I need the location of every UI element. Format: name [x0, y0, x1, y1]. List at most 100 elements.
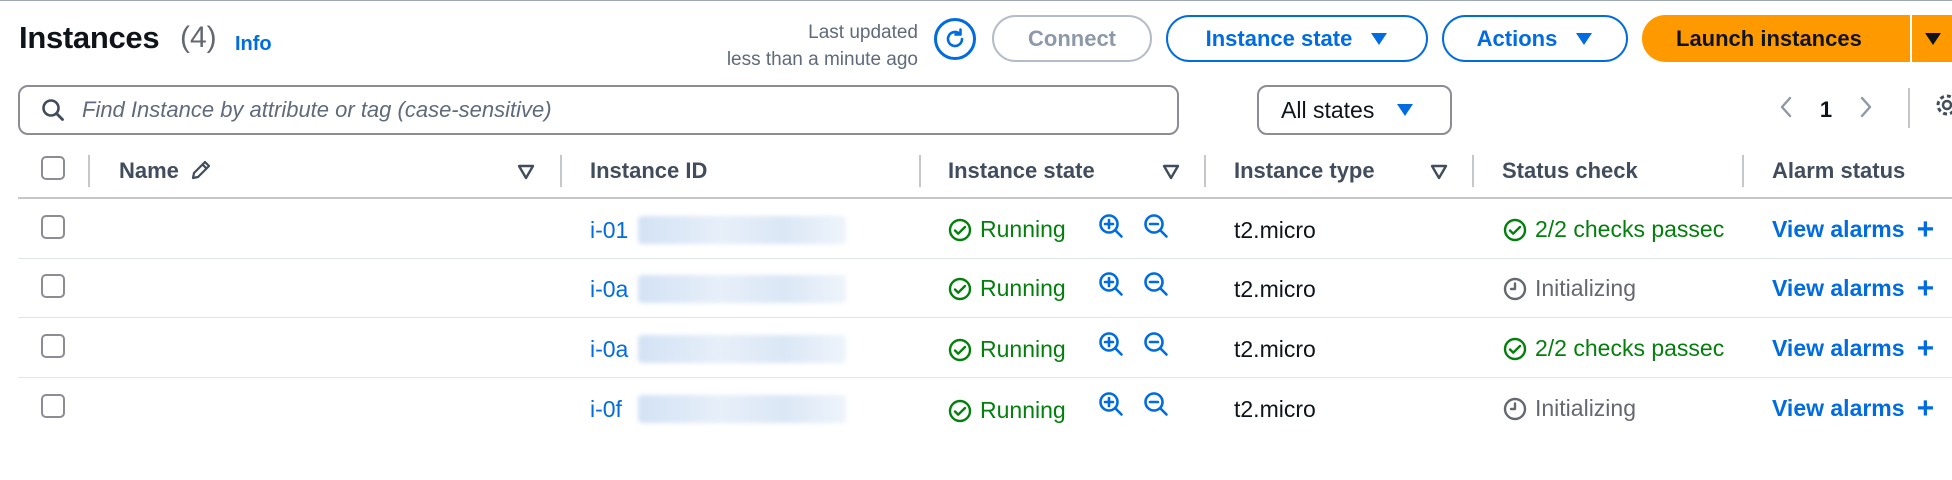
instance-id-link[interactable]: i-0f	[590, 396, 622, 423]
column-divider	[1472, 155, 1474, 187]
status-check-text: 2/2 checks passec	[1535, 216, 1725, 242]
column-header-instance-type[interactable]: Instance type	[1234, 158, 1375, 184]
column-header-alarm-status[interactable]: Alarm status	[1772, 158, 1905, 184]
add-alarm-icon[interactable]: +	[1917, 214, 1935, 244]
select-all-checkbox[interactable]	[41, 156, 65, 180]
instance-state: Running	[948, 275, 1066, 302]
refresh-icon	[946, 28, 964, 48]
column-divider	[1204, 155, 1206, 187]
instance-type: t2.micro	[1234, 217, 1316, 243]
connect-button[interactable]: Connect	[992, 15, 1152, 62]
status-check: 2/2 checks passec	[1503, 335, 1724, 362]
gear-icon	[1936, 94, 1952, 116]
zoom-out-icon[interactable]	[1142, 390, 1170, 418]
row-checkbox[interactable]	[41, 334, 65, 358]
instance-id-link[interactable]: i-0a	[590, 336, 628, 363]
instance-id-prefix: i-0f	[590, 396, 622, 422]
success-check-icon	[948, 338, 972, 361]
zoom-out-icon[interactable]	[1142, 212, 1170, 240]
row-checkbox[interactable]	[41, 274, 65, 298]
table-header: Name Instance ID Instance state Instance…	[0, 146, 1952, 198]
row-checkbox[interactable]	[41, 394, 65, 418]
prev-page-button[interactable]	[1766, 93, 1806, 127]
view-alarms-label: View alarms	[1772, 216, 1905, 242]
redacted-id	[638, 395, 846, 423]
column-divider	[919, 155, 921, 187]
success-check-icon	[948, 218, 972, 241]
table-row[interactable]: i-0a Running t2.micro 2/2 checks passec …	[0, 318, 1952, 378]
instance-id-link[interactable]: i-0a	[590, 276, 628, 303]
view-alarms-link[interactable]: View alarms +	[1772, 393, 1935, 423]
row-checkbox[interactable]	[41, 215, 65, 239]
state-filter-select[interactable]: All states	[1257, 85, 1452, 135]
zoom-in-icon[interactable]	[1097, 330, 1125, 358]
caret-down-icon	[1576, 32, 1593, 45]
column-header-status-check[interactable]: Status check	[1502, 158, 1638, 184]
view-alarms-link[interactable]: View alarms +	[1772, 333, 1935, 363]
sort-icon[interactable]	[1430, 164, 1448, 180]
table-row[interactable]: i-0a Running t2.micro Initializing View …	[0, 259, 1952, 319]
redacted-id	[638, 335, 846, 363]
state-filter-value: All states	[1281, 96, 1375, 123]
instance-type: t2.micro	[1234, 336, 1316, 362]
add-alarm-icon[interactable]: +	[1917, 333, 1935, 363]
zoom-in-icon[interactable]	[1097, 270, 1125, 298]
preferences-button[interactable]	[1932, 90, 1952, 125]
column-header-instance-state[interactable]: Instance state	[948, 158, 1095, 184]
table-row[interactable]: i-01 Running t2.micro 2/2 checks passec …	[0, 199, 1952, 259]
status-check: 2/2 checks passec	[1503, 216, 1724, 243]
zoom-in-icon[interactable]	[1097, 212, 1125, 240]
launch-instances-button[interactable]: Launch instances	[1642, 15, 1914, 62]
last-updated-value: less than a minute ago	[726, 49, 918, 70]
instance-state: Running	[948, 336, 1066, 363]
zoom-in-icon[interactable]	[1097, 390, 1125, 418]
instance-state-text: Running	[980, 275, 1066, 301]
instance-state: Running	[948, 397, 1066, 424]
status-check: Initializing	[1503, 275, 1636, 302]
clock-icon	[1503, 277, 1527, 300]
column-header-name[interactable]: Name	[119, 158, 213, 184]
pagination-divider	[1908, 88, 1910, 128]
column-divider	[560, 155, 562, 187]
table-row[interactable]: i-0f Running t2.micro Initializing View …	[0, 378, 1952, 438]
chevron-left-icon	[1780, 96, 1792, 118]
instance-type: t2.micro	[1234, 396, 1316, 422]
view-alarms-link[interactable]: View alarms +	[1772, 214, 1935, 244]
instance-id-prefix: i-0a	[590, 336, 629, 362]
instance-id-prefix: i-01	[590, 217, 629, 243]
column-header-instance-id[interactable]: Instance ID	[590, 158, 707, 184]
launch-options-button[interactable]	[1910, 15, 1952, 62]
view-alarms-label: View alarms	[1772, 335, 1905, 361]
clock-icon	[1503, 397, 1527, 420]
connect-label: Connect	[1028, 25, 1116, 51]
last-updated-label: Last updated	[808, 22, 918, 43]
search-icon	[42, 99, 64, 121]
zoom-out-icon[interactable]	[1142, 270, 1170, 298]
refresh-button[interactable]	[934, 18, 976, 60]
sort-icon[interactable]	[1162, 164, 1180, 180]
info-link[interactable]: Info	[235, 33, 272, 56]
search-bar[interactable]	[18, 85, 1179, 135]
actions-dropdown[interactable]: Actions	[1442, 15, 1628, 62]
instance-id-link[interactable]: i-01	[590, 217, 628, 244]
top-border	[0, 0, 1952, 1]
view-alarms-label: View alarms	[1772, 395, 1905, 421]
success-check-icon	[1503, 218, 1527, 241]
instance-state-dropdown[interactable]: Instance state	[1166, 15, 1428, 62]
view-alarms-link[interactable]: View alarms +	[1772, 273, 1935, 303]
search-input[interactable]	[80, 96, 1144, 124]
sort-icon[interactable]	[517, 164, 535, 180]
column-divider	[88, 155, 90, 187]
current-page[interactable]: 1	[1806, 97, 1846, 123]
instance-state-text: Running	[980, 216, 1066, 242]
instance-type: t2.micro	[1234, 276, 1316, 302]
status-check-text: Initializing	[1535, 395, 1636, 421]
instance-state-label: Instance state	[1205, 25, 1353, 51]
last-updated: Last updated less than a minute ago	[727, 19, 918, 73]
redacted-id	[638, 275, 846, 303]
zoom-out-icon[interactable]	[1142, 330, 1170, 358]
edit-pencil-icon	[191, 160, 211, 180]
next-page-button[interactable]	[1846, 93, 1886, 127]
add-alarm-icon[interactable]: +	[1917, 273, 1935, 303]
add-alarm-icon[interactable]: +	[1917, 393, 1935, 423]
